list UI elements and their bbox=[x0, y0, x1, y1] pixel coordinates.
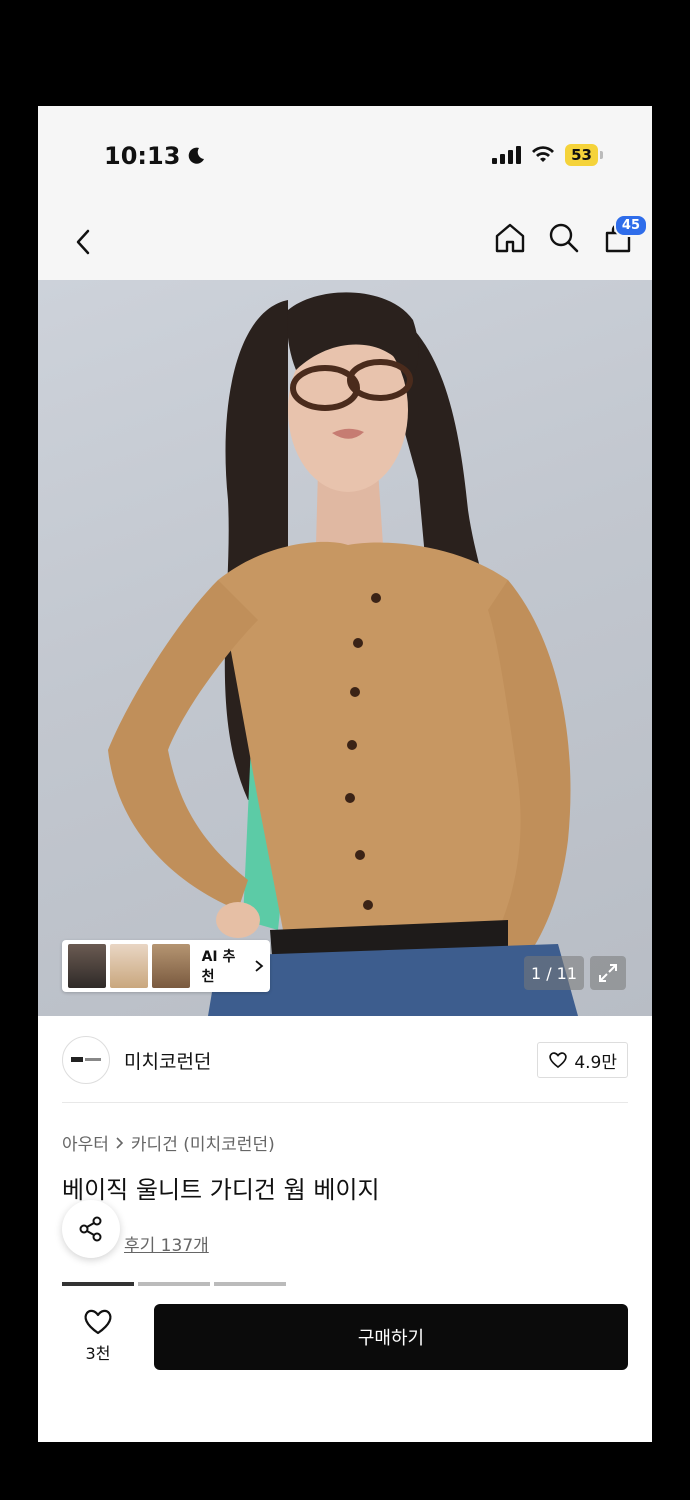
recommendation-thumbnail[interactable] bbox=[109, 944, 148, 988]
heart-icon bbox=[549, 1052, 568, 1069]
share-icon bbox=[79, 1216, 102, 1242]
image-counter: 1 / 11 bbox=[524, 956, 584, 990]
top-nav-bar: 45 bbox=[38, 206, 652, 280]
chevron-right-icon bbox=[116, 1136, 124, 1149]
ai-recommend-label: AI 추천 bbox=[201, 949, 236, 985]
wishlist-count: 3천 bbox=[85, 1344, 111, 1363]
chevron-right-icon bbox=[255, 960, 264, 972]
battery-indicator: 53 bbox=[565, 144, 603, 166]
back-arrow-icon[interactable] bbox=[66, 224, 102, 260]
expand-icon bbox=[599, 964, 617, 982]
wishlist-button[interactable]: 3천 bbox=[74, 1308, 122, 1364]
time-text: 10:13 bbox=[104, 142, 181, 170]
recommendation-thumbnail[interactable] bbox=[151, 944, 190, 988]
expand-button[interactable] bbox=[590, 956, 626, 990]
nav-actions: 45 bbox=[492, 214, 648, 256]
search-icon[interactable] bbox=[546, 220, 582, 256]
moon-icon bbox=[189, 147, 205, 164]
status-bar: 10:13 53 bbox=[38, 106, 652, 206]
wifi-icon bbox=[532, 146, 555, 162]
heart-icon bbox=[84, 1309, 112, 1335]
share-button[interactable] bbox=[62, 1200, 120, 1258]
cellular-signal-icon bbox=[492, 146, 522, 164]
bottom-action-bar: 3천 구매하기 bbox=[38, 1286, 652, 1442]
ai-recommendation-panel[interactable]: AI 추천 bbox=[62, 940, 270, 992]
product-photo bbox=[108, 292, 578, 1016]
ai-recommend-link[interactable]: AI 추천 bbox=[202, 946, 264, 986]
shopping-bag-button[interactable]: 45 bbox=[600, 214, 648, 256]
product-title: 베이직 울니트 가디건 웜 베이지 bbox=[62, 1176, 380, 1204]
divider bbox=[62, 1102, 628, 1103]
cart-count-badge: 45 bbox=[613, 214, 648, 237]
product-image-carousel[interactable]: AI 추천 1 / 11 bbox=[38, 280, 652, 1016]
breadcrumb: 아우터 카디건 (미치코런던) bbox=[62, 1130, 275, 1155]
status-indicators: 53 bbox=[492, 144, 603, 166]
status-time: 10:13 bbox=[104, 142, 206, 170]
brand-logo-mark bbox=[71, 1057, 101, 1062]
breadcrumb-item[interactable]: 아우터 bbox=[62, 1130, 109, 1155]
brand-like-count: 4.9만 bbox=[574, 1052, 617, 1073]
recommendation-thumbnail[interactable] bbox=[68, 944, 106, 988]
breadcrumb-item[interactable]: 카디건 (미치코런던) bbox=[131, 1130, 275, 1155]
app-screen: 10:13 53 45 AI 추천 1 / 11 미치코런던 4.9만 아우터 … bbox=[38, 106, 652, 1442]
brand-like-button[interactable]: 4.9만 bbox=[537, 1042, 628, 1078]
brand-name[interactable]: 미치코런던 bbox=[124, 1047, 211, 1074]
brand-logo[interactable] bbox=[62, 1036, 110, 1084]
brand-row[interactable]: 미치코런던 4.9만 bbox=[38, 1016, 652, 1104]
home-icon[interactable] bbox=[492, 220, 528, 256]
buy-button[interactable]: 구매하기 bbox=[154, 1304, 628, 1370]
review-link[interactable]: 후기 137개 bbox=[124, 1231, 209, 1256]
